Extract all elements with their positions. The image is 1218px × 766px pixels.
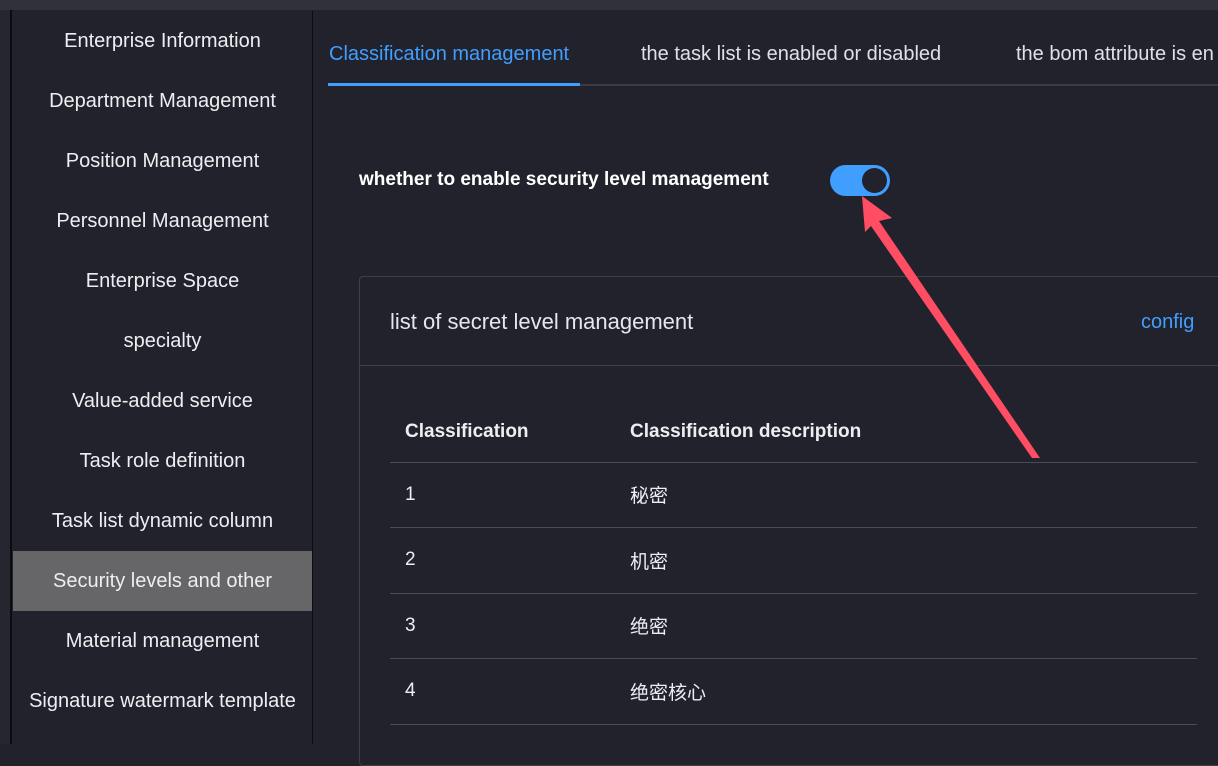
cell-description: 绝密核心 [615, 658, 1197, 725]
left-edge [0, 10, 12, 744]
security-level-toggle-label: whether to enable security level managem… [359, 169, 769, 190]
table-header-row: Classification Classification descriptio… [390, 402, 1197, 463]
active-tab-indicator [328, 83, 580, 86]
table-row: 3 绝密 [390, 593, 1197, 659]
config-link[interactable]: config [1141, 311, 1194, 334]
tab-task-list-enabled[interactable]: the task list is enabled or disabled [641, 43, 941, 66]
cell-classification: 4 [390, 658, 615, 725]
sidebar-item-personnel-management[interactable]: Personnel Management [13, 191, 312, 251]
security-level-toggle[interactable] [830, 165, 890, 196]
sidebar: Enterprise Information Department Manage… [13, 11, 313, 744]
sidebar-item-department-management[interactable]: Department Management [13, 71, 312, 131]
window-top-bar [0, 0, 1218, 10]
tab-bar: Classification management the task list … [328, 11, 1218, 86]
column-header-description: Classification description [615, 402, 1197, 463]
cell-classification: 2 [390, 527, 615, 594]
sidebar-item-specialty[interactable]: specialty [13, 311, 312, 371]
sidebar-item-task-role-definition[interactable]: Task role definition [13, 431, 312, 491]
cell-description: 机密 [615, 527, 1197, 594]
sidebar-item-signature-watermark-template[interactable]: Signature watermark template [13, 671, 312, 731]
tab-classification-management[interactable]: Classification management [329, 43, 569, 66]
card-header: list of secret level management config [360, 277, 1218, 366]
table-row: 2 机密 [390, 527, 1197, 594]
sidebar-item-security-levels[interactable]: Security levels and other [13, 551, 312, 611]
secret-level-card: list of secret level management config C… [359, 276, 1218, 766]
sidebar-item-task-list-dynamic-column[interactable]: Task list dynamic column [13, 491, 312, 551]
table-row: 1 秘密 [390, 462, 1197, 528]
cell-description: 秘密 [615, 462, 1197, 528]
card-title: list of secret level management [390, 309, 694, 334]
toggle-knob [862, 168, 887, 193]
sidebar-item-material-management[interactable]: Material management [13, 611, 312, 671]
tab-bom-attribute[interactable]: the bom attribute is en [1016, 43, 1214, 66]
sidebar-item-position-management[interactable]: Position Management [13, 131, 312, 191]
sidebar-item-enterprise-space[interactable]: Enterprise Space [13, 251, 312, 311]
classification-table: Classification Classification descriptio… [390, 402, 1197, 725]
cell-classification: 1 [390, 462, 615, 528]
table-row: 4 绝密核心 [390, 658, 1197, 725]
cell-classification: 3 [390, 593, 615, 659]
column-header-classification: Classification [390, 402, 615, 463]
main-content: Classification management the task list … [314, 11, 1218, 766]
cell-description: 绝密 [615, 593, 1197, 659]
sidebar-item-enterprise-information[interactable]: Enterprise Information [13, 11, 312, 71]
sidebar-item-value-added-service[interactable]: Value-added service [13, 371, 312, 431]
